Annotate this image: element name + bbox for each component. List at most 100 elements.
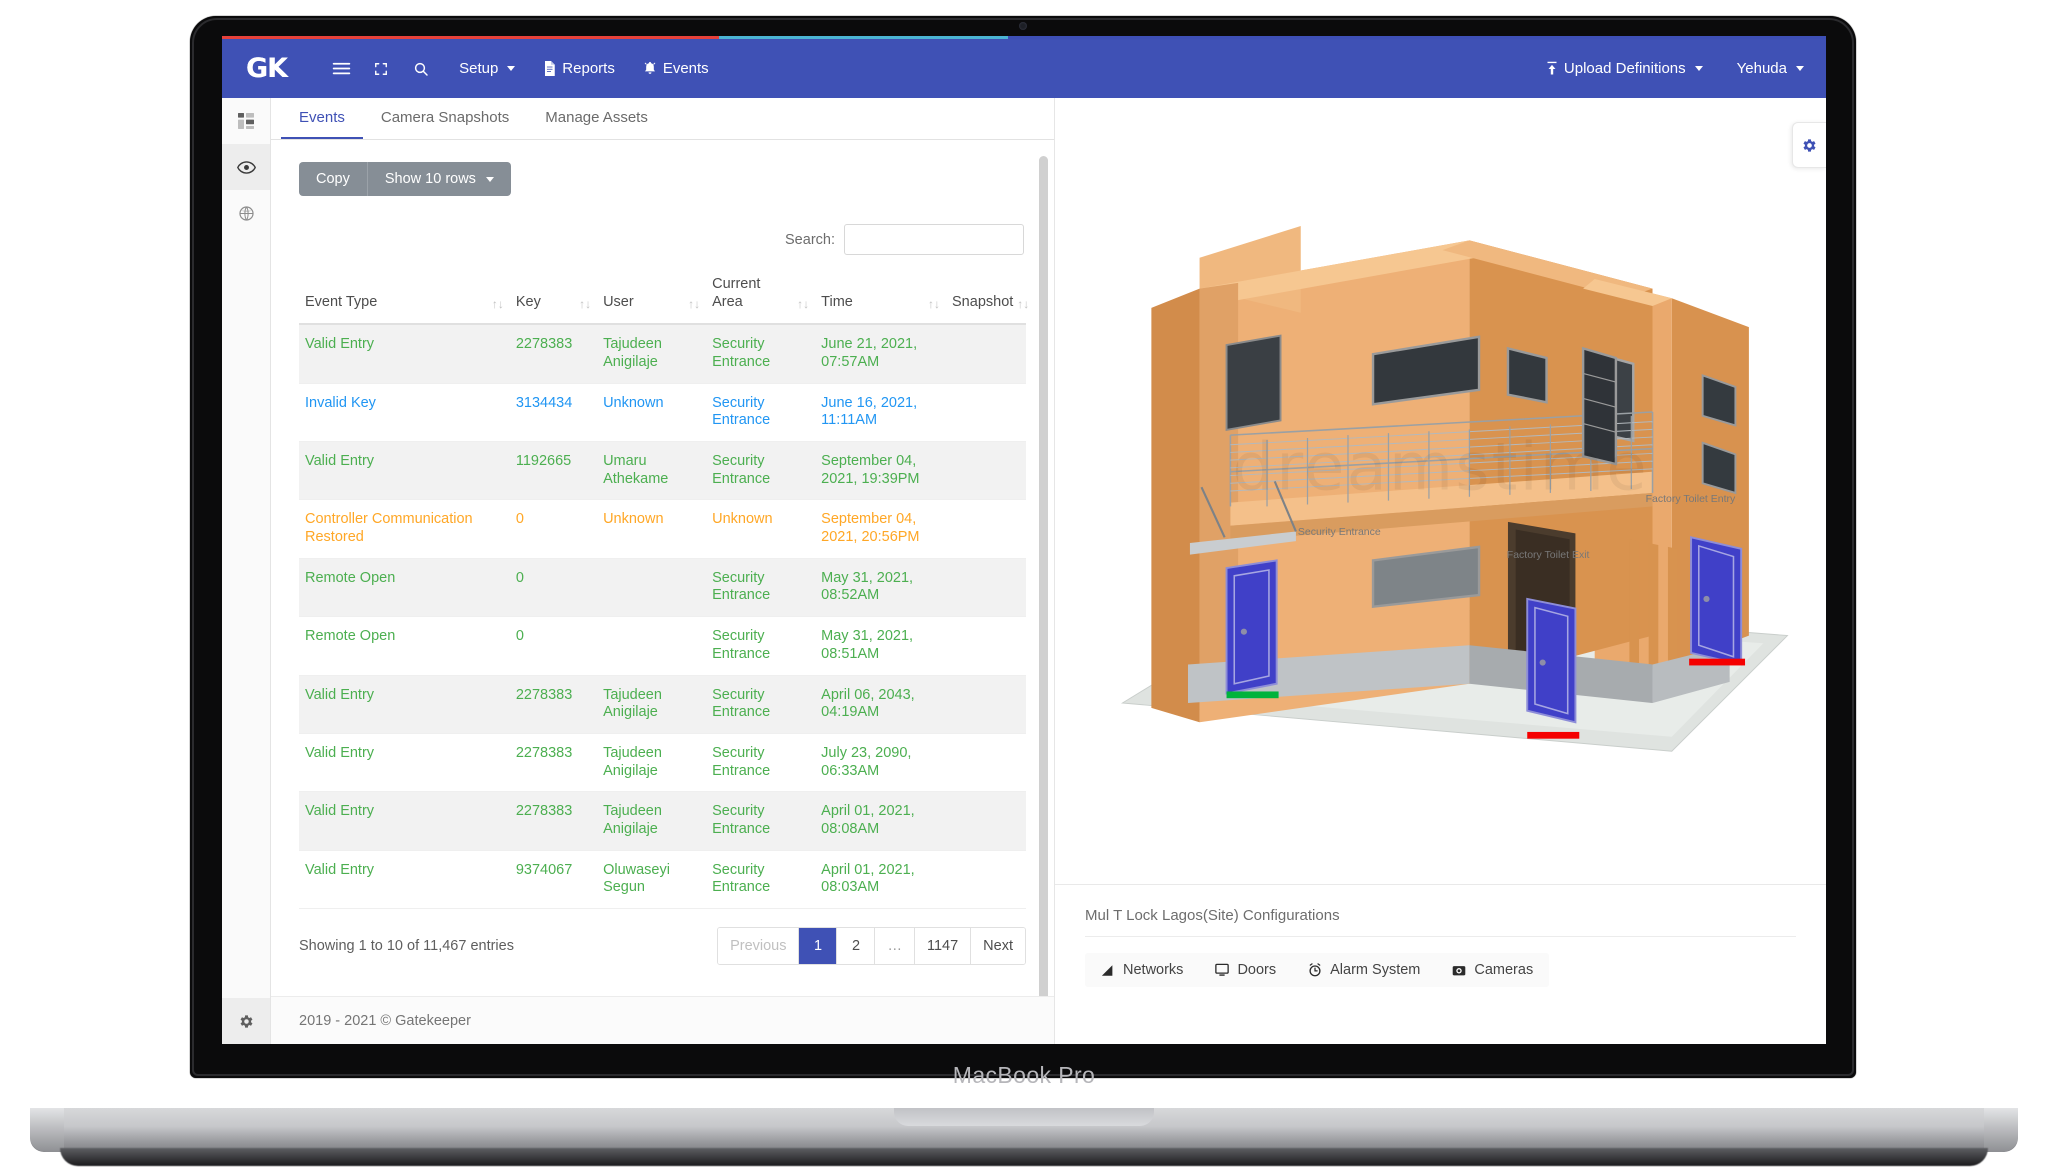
cell-user: Oluwaseyi Segun — [597, 850, 707, 910]
config-tab-networks-label: Networks — [1123, 962, 1184, 978]
upload-icon — [1546, 61, 1558, 76]
table-header-row: Event Type ↑↓ Key ↑↓ User ↑↓ Current Area ↑↓… — [299, 269, 1029, 326]
config-tab-doors[interactable]: Doors — [1199, 953, 1292, 987]
cell-user: Tajudeen Anigilaje — [597, 324, 707, 384]
cell-event-type: Valid Entry — [299, 733, 510, 793]
config-tab-alarm-system[interactable]: Alarm System — [1292, 953, 1436, 987]
table-row[interactable]: Valid Entry 2278383 Tajudeen Anigilaje Secu… — [299, 733, 1026, 793]
config-tab-cameras[interactable]: Cameras — [1436, 953, 1549, 987]
site-configurations: Mul T Lock Lagos(Site) Configurations Ne… — [1055, 884, 1826, 1044]
search-label: Search: — [785, 231, 835, 248]
cell-key: 9374067 — [509, 850, 598, 910]
cell-event-type: Valid Entry — [299, 675, 510, 734]
pagination: Previous 1 2 … 1147 Next — [717, 927, 1026, 965]
sidebar-item-dashboard[interactable] — [222, 98, 270, 144]
cell-time: May 31, 2021, 08:52AM — [815, 558, 947, 618]
show-rows-dropdown[interactable]: Show 10 rows — [366, 162, 511, 196]
cell-snapshot — [946, 791, 1026, 851]
cell-snapshot — [946, 850, 1026, 910]
pagination-next[interactable]: Next — [971, 928, 1025, 964]
pagination-page-1[interactable]: 1 — [799, 928, 838, 964]
col-header-event-type[interactable]: Event Type ↑↓ — [299, 269, 510, 326]
sort-icon: ↑↓ — [579, 297, 592, 312]
cell-user: Unknown — [597, 383, 707, 443]
cell-event-type: Remote Open — [299, 616, 510, 676]
bell-icon — [643, 61, 657, 76]
cell-key: 2278383 — [509, 791, 598, 851]
sidebar-item-monitor[interactable] — [222, 144, 270, 190]
cell-snapshot — [946, 616, 1026, 676]
cell-snapshot — [946, 441, 1026, 501]
events-table-head: Event Type ↑↓ Key ↑↓ User ↑↓ Current Area ↑↓… — [299, 269, 1029, 326]
cell-event-type: Remote Open — [299, 558, 510, 618]
nav-reports[interactable]: Reports — [543, 60, 615, 77]
menu-icon[interactable] — [325, 53, 357, 85]
config-title: Mul T Lock Lagos(Site) Configurations — [1085, 907, 1796, 937]
fullscreen-icon[interactable] — [365, 53, 397, 85]
cell-snapshot — [946, 499, 1026, 559]
col-header-snapshot[interactable]: Snapshot ↑↓ — [946, 269, 1029, 326]
col-header-current-area-label: Current Area — [712, 276, 761, 311]
cell-current-area: Unknown — [706, 499, 816, 559]
col-header-current-area[interactable]: Current Area ↑↓ — [706, 269, 816, 326]
sort-icon: ↑↓ — [688, 297, 701, 312]
table-row[interactable]: Invalid Key 3134434 Unknown Security Entran… — [299, 383, 1026, 443]
sidebar-item-sites[interactable] — [222, 190, 270, 236]
table-row[interactable]: Valid Entry 1192665 Umaru Athekame Security… — [299, 441, 1026, 501]
viewer-settings-button[interactable] — [1792, 122, 1826, 168]
cell-snapshot — [946, 383, 1026, 443]
col-header-user[interactable]: User ↑↓ — [597, 269, 707, 326]
pagination-page-1147[interactable]: 1147 — [914, 928, 972, 964]
device-model-label: MacBook Pro — [952, 1062, 1096, 1088]
pagination-previous[interactable]: Previous — [718, 928, 800, 964]
navbar-right-group: Upload Definitions Yehuda — [1512, 60, 1804, 77]
cell-current-area: Security Entrance — [706, 383, 816, 443]
nav-events[interactable]: Events — [643, 60, 709, 77]
nav-user-menu[interactable]: Yehuda — [1737, 60, 1804, 77]
events-table: Event Type ↑↓ Key ↑↓ User ↑↓ Current Area ↑↓… — [299, 269, 1029, 910]
rail-bottom-group — [222, 998, 270, 1044]
events-panel: Events Camera Snapshots Manage Assets Co… — [271, 98, 1055, 1044]
cell-user — [597, 616, 707, 676]
col-header-time[interactable]: Time ↑↓ — [815, 269, 947, 326]
cell-user: Unknown — [597, 499, 707, 559]
search-icon[interactable] — [405, 53, 437, 85]
sidebar-item-settings[interactable] — [222, 998, 270, 1044]
main-split: Events Camera Snapshots Manage Assets Co… — [271, 98, 1826, 1044]
config-tab-networks[interactable]: Networks — [1085, 953, 1199, 987]
cell-snapshot — [946, 675, 1026, 734]
cell-time: July 23, 2090, 06:33AM — [815, 733, 947, 793]
laptop-frame: GK Setup Reports Events Upload Definitio… — [0, 0, 2048, 1174]
pagination-page-2[interactable]: 2 — [837, 928, 876, 964]
tab-events[interactable]: Events — [281, 98, 363, 139]
cell-user: Umaru Athekame — [597, 441, 707, 501]
nav-reports-label: Reports — [562, 60, 615, 77]
table-row[interactable]: Remote Open 0 Security Entrance May 31, 202… — [299, 616, 1026, 676]
cell-event-type: Valid Entry — [299, 441, 510, 501]
nav-setup[interactable]: Setup — [459, 60, 516, 77]
copy-button[interactable]: Copy — [299, 162, 367, 196]
sort-icon: ↑↓ — [928, 297, 941, 312]
cell-time: September 04, 2021, 20:56PM — [815, 499, 947, 559]
tab-manage-assets[interactable]: Manage Assets — [527, 98, 666, 139]
tab-camera-snapshots[interactable]: Camera Snapshots — [363, 98, 527, 139]
panel-tabbar: Events Camera Snapshots Manage Assets — [271, 98, 1054, 140]
col-header-user-label: User — [603, 294, 634, 311]
table-row[interactable]: Valid Entry 9374067 Oluwaseyi Segun Securit… — [299, 850, 1026, 910]
events-scrollbar-thumb[interactable] — [1039, 156, 1048, 996]
network-icon — [1101, 964, 1115, 977]
laptop-base-shadow — [60, 1148, 1988, 1166]
search-input[interactable] — [844, 224, 1024, 255]
cell-user: Tajudeen Anigilaje — [597, 791, 707, 851]
table-row[interactable]: Valid Entry 2278383 Tajudeen Anigilaje Secu… — [299, 791, 1026, 851]
col-header-key[interactable]: Key ↑↓ — [509, 269, 598, 326]
sort-icon: ↑↓ — [797, 297, 810, 312]
cell-current-area: Security Entrance — [706, 441, 816, 501]
table-row[interactable]: Valid Entry 2278383 Tajudeen Anigilaje Secu… — [299, 324, 1026, 384]
table-row[interactable]: Valid Entry 2278383 Tajudeen Anigilaje Secu… — [299, 675, 1026, 734]
nav-upload-definitions[interactable]: Upload Definitions — [1546, 60, 1703, 77]
table-row[interactable]: Controller Communication Restored 0 Unknow… — [299, 499, 1026, 559]
table-row[interactable]: Remote Open 0 Security Entrance May 31, 202… — [299, 558, 1026, 618]
app-logo[interactable]: GK — [238, 53, 288, 84]
building-viewer[interactable]: dreamstime Security Entrance Factory Toi… — [1055, 98, 1826, 884]
